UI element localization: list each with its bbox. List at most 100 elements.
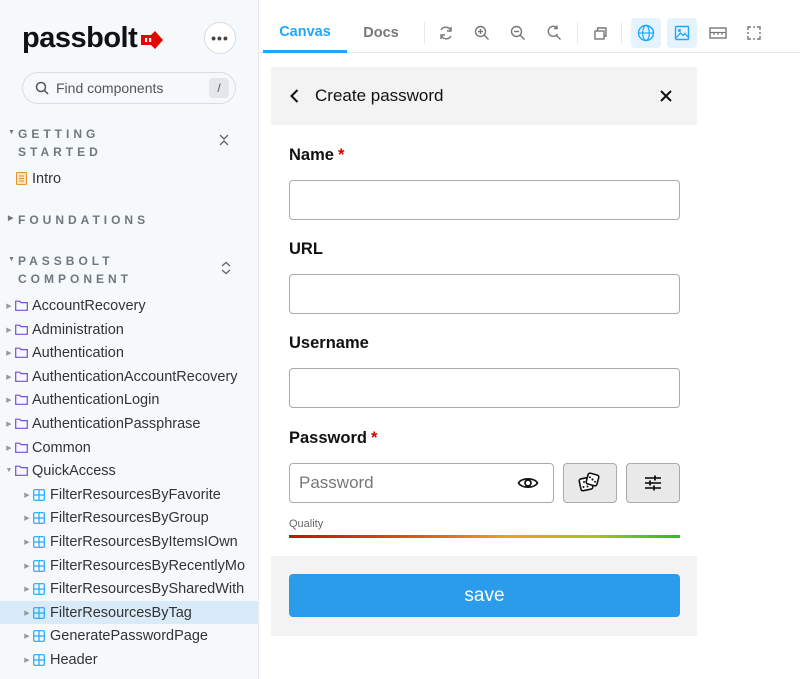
sidebar-item-authenticationaccountrecovery[interactable]: ▶ AuthenticationAccountRecovery bbox=[4, 365, 258, 388]
folder-icon bbox=[14, 299, 28, 313]
caret-right-icon: ▶ bbox=[6, 373, 12, 381]
dice-icon bbox=[578, 472, 600, 492]
caret-right-icon: ▶ bbox=[6, 444, 12, 452]
reload-icon[interactable] bbox=[431, 18, 461, 48]
caret-right-icon: ▶ bbox=[8, 215, 14, 222]
component-icon bbox=[32, 629, 46, 643]
name-label: Name * bbox=[289, 146, 345, 164]
section-label-line1: PASSBOLT bbox=[18, 254, 114, 268]
search-placeholder: Find components bbox=[56, 80, 164, 96]
caret-right-icon: ▶ bbox=[24, 491, 30, 499]
generate-password-button[interactable] bbox=[563, 463, 617, 503]
sidebar-item-filterresourcesbytag[interactable]: ▶ FilterResourcesByTag bbox=[0, 601, 258, 624]
caret-right-icon: ▶ bbox=[6, 420, 12, 428]
sidebar-item-accountrecovery[interactable]: ▶ AccountRecovery bbox=[4, 294, 258, 317]
dialog-title: Create password bbox=[315, 86, 444, 105]
section-getting-started[interactable]: ▼ GETTING STARTED bbox=[8, 125, 102, 161]
globe-icon[interactable] bbox=[631, 18, 661, 48]
component-icon bbox=[32, 653, 46, 667]
password-quality-bar bbox=[289, 535, 680, 538]
save-button[interactable]: save bbox=[289, 574, 680, 617]
sidebar-item-filterresourcesbyitemsiown[interactable]: ▶ FilterResourcesByItemsIOwn bbox=[0, 530, 258, 553]
sidebar-item-authentication[interactable]: ▶ Authentication bbox=[4, 341, 258, 364]
outline-icon[interactable] bbox=[585, 18, 615, 48]
password-placeholder: Password bbox=[299, 473, 374, 492]
folder-icon bbox=[14, 370, 28, 384]
folder-icon bbox=[14, 323, 28, 337]
sidebar-item-filterresourcesbyrecentlymo[interactable]: ▶ FilterResourcesByRecentlyMo bbox=[0, 554, 258, 577]
toolbar-divider bbox=[621, 22, 622, 44]
dialog-footer: save bbox=[271, 556, 697, 636]
password-field[interactable]: Password bbox=[289, 463, 554, 503]
caret-down-icon: ▼ bbox=[8, 256, 15, 263]
component-icon bbox=[32, 559, 46, 573]
component-icon bbox=[32, 582, 46, 596]
sidebar-item-label: FilterResourcesByTag bbox=[50, 604, 192, 621]
back-arrow-icon[interactable] bbox=[285, 86, 305, 106]
zoom-out-icon[interactable] bbox=[503, 18, 533, 48]
section-passbolt-component[interactable]: ▼ PASSBOLT COMPONENT bbox=[8, 252, 132, 288]
caret-right-icon: ▶ bbox=[6, 349, 12, 357]
section-foundations[interactable]: ▶ FOUNDATIONS bbox=[8, 211, 149, 229]
password-generator-settings-button[interactable] bbox=[626, 463, 680, 503]
sidebar-item-authenticationpassphrase[interactable]: ▶ AuthenticationPassphrase bbox=[4, 412, 258, 435]
sidebar-item-filterresourcesbyfavorite[interactable]: ▶ FilterResourcesByFavorite bbox=[0, 483, 258, 506]
sidebar-item-intro[interactable]: Intro bbox=[14, 167, 254, 190]
section-label-line1: GETTING bbox=[18, 127, 100, 141]
sidebar-item-label: Administration bbox=[32, 321, 124, 338]
username-label: Username bbox=[289, 334, 369, 352]
sidebar-item-label: Intro bbox=[32, 170, 62, 187]
sidebar-item-generatepasswordpage[interactable]: ▶ GeneratePasswordPage bbox=[0, 624, 258, 647]
create-password-dialog: Create password Name * URL Username Passw… bbox=[271, 67, 697, 636]
logo-arrow-icon bbox=[141, 31, 164, 49]
sidebar-item-quickaccess[interactable]: ▼ QuickAccess bbox=[4, 459, 258, 482]
sidebar-item-authenticationlogin[interactable]: ▶ AuthenticationLogin bbox=[4, 388, 258, 411]
folder-icon bbox=[14, 441, 28, 455]
caret-right-icon: ▶ bbox=[24, 514, 30, 522]
more-options-button[interactable]: ••• bbox=[204, 22, 236, 54]
sidebar-item-administration[interactable]: ▶ Administration bbox=[4, 318, 258, 341]
sidebar-item-header[interactable]: ▶ Header bbox=[0, 648, 258, 671]
ruler-icon[interactable] bbox=[703, 18, 733, 48]
expand-icon[interactable] bbox=[220, 261, 232, 278]
tab-canvas[interactable]: Canvas bbox=[263, 13, 347, 53]
sidebar-item-label: Common bbox=[32, 439, 91, 456]
sidebar-item-common[interactable]: ▶ Common bbox=[4, 436, 258, 459]
component-icon bbox=[32, 488, 46, 502]
reset-zoom-icon[interactable] bbox=[539, 18, 569, 48]
sidebar-item-filterresourcesbysharedwith[interactable]: ▶ FilterResourcesBySharedWith bbox=[0, 577, 258, 600]
frame-icon[interactable] bbox=[739, 18, 769, 48]
sidebar-item-label: QuickAccess bbox=[32, 462, 116, 479]
url-field[interactable] bbox=[289, 274, 680, 314]
zoom-in-icon[interactable] bbox=[467, 18, 497, 48]
sidebar-item-label: Header bbox=[50, 651, 98, 668]
search-input[interactable]: Find components / bbox=[22, 72, 236, 104]
main-panel: Canvas Docs Create password Name * URL U… bbox=[258, 0, 800, 679]
collapse-icon[interactable] bbox=[218, 133, 230, 150]
sidebar-item-label: Authentication bbox=[32, 344, 124, 361]
username-field[interactable] bbox=[289, 368, 680, 408]
caret-right-icon: ▶ bbox=[24, 632, 30, 640]
caret-right-icon: ▶ bbox=[24, 656, 30, 664]
section-label-line1: FOUNDATIONS bbox=[18, 213, 150, 227]
caret-right-icon: ▶ bbox=[24, 538, 30, 546]
sidebar-item-label: FilterResourcesByItemsIOwn bbox=[50, 533, 238, 550]
caret-right-icon: ▶ bbox=[6, 326, 12, 334]
dialog-header: Create password bbox=[271, 67, 697, 125]
name-field[interactable] bbox=[289, 180, 680, 220]
section-label-line2: STARTED bbox=[18, 145, 102, 159]
url-label: URL bbox=[289, 240, 323, 258]
document-icon bbox=[14, 172, 28, 186]
caret-right-icon: ▶ bbox=[24, 585, 30, 593]
sidebar-item-filterresourcesbygroup[interactable]: ▶ FilterResourcesByGroup bbox=[0, 506, 258, 529]
tab-docs[interactable]: Docs bbox=[347, 13, 415, 53]
component-icon bbox=[32, 511, 46, 525]
background-image-icon[interactable] bbox=[667, 18, 697, 48]
show-password-icon[interactable] bbox=[517, 472, 539, 494]
toolbar: Canvas Docs bbox=[259, 13, 800, 53]
close-icon[interactable] bbox=[656, 86, 676, 106]
passbolt-logo[interactable]: passbolt bbox=[22, 22, 164, 55]
caret-right-icon: ▶ bbox=[6, 302, 12, 310]
required-mark: * bbox=[370, 429, 378, 447]
component-icon bbox=[32, 535, 46, 549]
